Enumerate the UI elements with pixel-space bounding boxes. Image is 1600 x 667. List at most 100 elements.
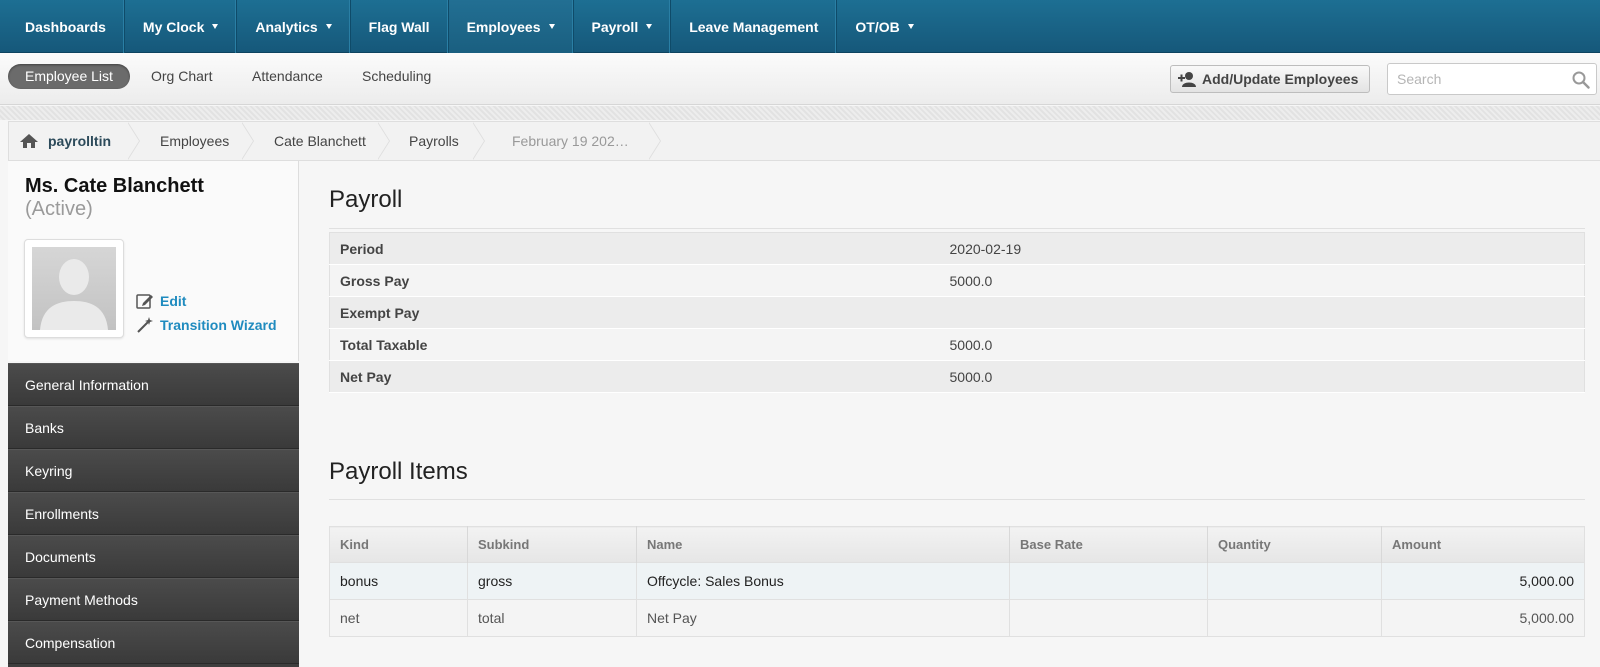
breadcrumb-label: Payrolls	[409, 133, 459, 149]
breadcrumb-label: Cate Blanchett	[274, 133, 366, 149]
table-row: bonus gross Offcycle: Sales Bonus 5,000.…	[329, 562, 1585, 600]
sidebar-item-banks[interactable]: Banks	[8, 406, 299, 449]
tab-employee-list[interactable]: Employee List	[8, 64, 130, 89]
cell-quantity	[1207, 562, 1382, 600]
row-key: Exempt Pay	[329, 296, 940, 329]
sidebar-item-label: Banks	[25, 419, 64, 436]
nav-label: Dashboards	[25, 18, 106, 35]
column-header[interactable]: Amount	[1381, 526, 1585, 563]
sidebar-item-label: Documents	[25, 548, 96, 565]
divider	[329, 499, 1585, 500]
tab-org-chart[interactable]: Org Chart	[151, 64, 212, 89]
table-row: Gross Pay 5000.0	[329, 264, 1585, 297]
avatar	[24, 239, 124, 338]
breadcrumb-item[interactable]: Payrolls	[390, 122, 485, 160]
column-header[interactable]: Base Rate	[1009, 526, 1208, 563]
breadcrumb-current: February 19 202…	[485, 122, 661, 160]
search-box	[1387, 63, 1597, 95]
nav-label: Flag Wall	[368, 18, 430, 35]
search-input[interactable]	[1388, 64, 1558, 94]
nav-label: Employees	[466, 18, 541, 35]
decorative-stripe	[0, 106, 1600, 120]
edit-icon	[136, 294, 153, 309]
cell-name: Net Pay	[636, 599, 1010, 637]
payroll-summary-table: Period 2020-02-19 Gross Pay 5000.0 Exempt …	[329, 232, 1585, 393]
cell-kind: net	[329, 599, 468, 637]
cell-kind: bonus	[329, 562, 468, 600]
user-silhouette-icon	[40, 259, 108, 330]
nav-label: Payroll	[591, 18, 639, 35]
caret-down-icon	[212, 24, 219, 29]
divider	[329, 228, 1585, 229]
table-row: Exempt Pay	[329, 296, 1585, 329]
column-header[interactable]: Subkind	[467, 526, 637, 563]
table-header-row: Kind Subkind Name Base Rate Quantity Amo…	[329, 526, 1585, 563]
row-value: 2020-02-19	[939, 232, 1585, 265]
nav-ot-ob[interactable]: OT/OB	[837, 0, 931, 53]
main-content: Payroll Period 2020-02-19 Gross Pay 5000.0…	[299, 161, 1600, 667]
nav-flag-wall[interactable]: Flag Wall	[351, 0, 449, 53]
nav-analytics[interactable]: Analytics	[237, 0, 351, 53]
payroll-items-title: Payroll Items	[329, 458, 468, 485]
caret-down-icon	[548, 24, 555, 29]
side-menu: General Information Banks Keyring Enroll…	[8, 363, 299, 667]
breadcrumb-home-label: payrolltin	[48, 133, 112, 149]
row-key: Gross Pay	[329, 264, 940, 297]
sidebar-item-label: General Information	[25, 376, 149, 393]
row-value: 5000.0	[939, 264, 1585, 297]
breadcrumb-home[interactable]: payrolltin	[9, 122, 140, 160]
home-icon	[20, 134, 38, 148]
sidebar-item-payment-methods[interactable]: Payment Methods	[8, 578, 299, 621]
search-icon[interactable]	[1572, 71, 1590, 89]
caret-down-icon	[325, 24, 332, 29]
sidebar-item-label: Payment Methods	[25, 591, 138, 608]
sidebar-item-label: Keyring	[25, 462, 73, 479]
column-header[interactable]: Name	[636, 526, 1010, 563]
edit-link[interactable]: Edit	[136, 293, 186, 309]
caret-down-icon	[907, 24, 914, 29]
column-header[interactable]: Kind	[329, 526, 468, 563]
nav-label: OT/OB	[855, 18, 900, 35]
nav-payroll[interactable]: Payroll	[574, 0, 672, 53]
sidebar-item-documents[interactable]: Documents	[8, 535, 299, 578]
cell-name: Offcycle: Sales Bonus	[636, 562, 1010, 600]
employee-status: (Active)	[25, 198, 93, 220]
tab-attendance[interactable]: Attendance	[252, 64, 323, 89]
nav-dashboards[interactable]: Dashboards	[0, 0, 125, 53]
payroll-title: Payroll	[329, 186, 403, 213]
sidebar-item-general-information[interactable]: General Information	[8, 363, 299, 406]
sub-navigation: Employee List Org Chart Attendance Sched…	[0, 53, 1600, 105]
sidebar-item-label: Enrollments	[25, 505, 99, 522]
nav-my-clock[interactable]: My Clock	[125, 0, 238, 53]
cell-base-rate	[1009, 599, 1208, 637]
cell-quantity	[1207, 599, 1382, 637]
caret-down-icon	[646, 24, 653, 29]
nav-label: My Clock	[142, 18, 205, 35]
cell-subkind: gross	[467, 562, 637, 600]
employee-name: Ms. Cate Blanchett	[25, 175, 204, 197]
nav-leave-management[interactable]: Leave Management	[671, 0, 838, 53]
transition-wizard-link[interactable]: Transition Wizard	[136, 317, 277, 333]
cell-base-rate	[1009, 562, 1208, 600]
sidebar-item-compensation[interactable]: Compensation	[8, 621, 299, 664]
sidebar-item-enrollments[interactable]: Enrollments	[8, 492, 299, 535]
table-row: Period 2020-02-19	[329, 232, 1585, 265]
nav-employees[interactable]: Employees	[448, 0, 574, 53]
add-update-employees-button[interactable]: Add/Update Employees	[1170, 65, 1370, 93]
add-user-icon	[1178, 72, 1196, 87]
payroll-items-table: Kind Subkind Name Base Rate Quantity Amo…	[329, 526, 1585, 637]
tab-scheduling[interactable]: Scheduling	[362, 64, 431, 89]
breadcrumb-item[interactable]: Employees	[140, 122, 254, 160]
table-row: net total Net Pay 5,000.00	[329, 599, 1585, 637]
column-header[interactable]: Quantity	[1207, 526, 1382, 563]
sidebar-item-keyring[interactable]: Keyring	[8, 449, 299, 492]
breadcrumb-item[interactable]: Cate Blanchett	[254, 122, 390, 160]
row-value: 5000.0	[939, 328, 1585, 361]
row-value	[939, 296, 1585, 329]
cell-amount: 5,000.00	[1381, 599, 1585, 637]
magic-wand-icon	[137, 317, 153, 333]
cell-subkind: total	[467, 599, 637, 637]
employee-profile: Ms. Cate Blanchett (Active) Edit Transit…	[8, 161, 299, 361]
add-button-label: Add/Update Employees	[1202, 71, 1359, 87]
nav-label: Analytics	[255, 18, 318, 35]
